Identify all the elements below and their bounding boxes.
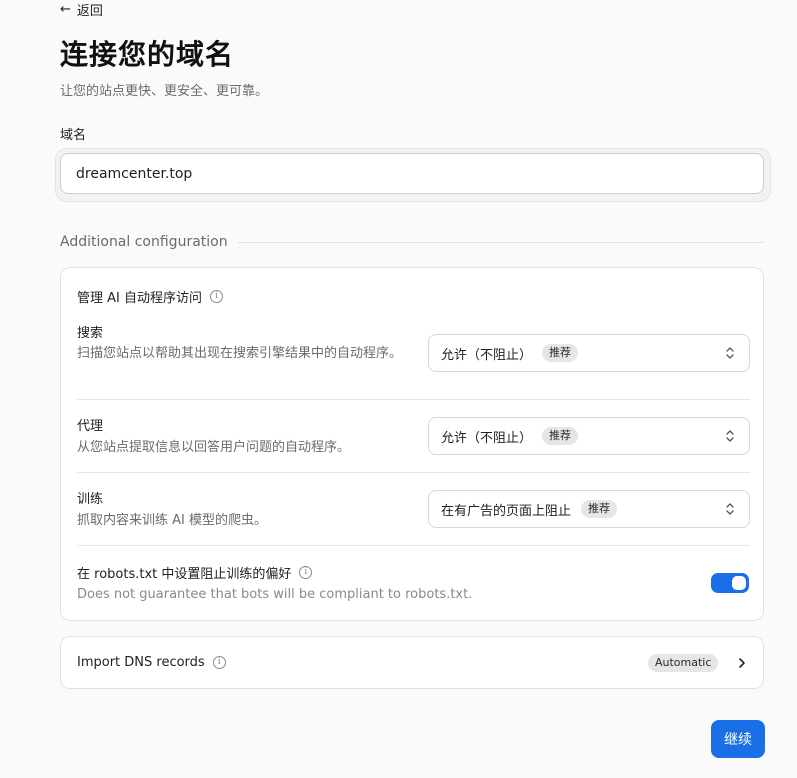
agent-row-description: 从您站点提取信息以回答用户问题的自动程序。 bbox=[77, 440, 351, 455]
back-label: 返回 bbox=[76, 4, 103, 19]
additional-config-label: Additional configuration bbox=[60, 234, 228, 250]
chevron-up-down-icon bbox=[726, 347, 734, 359]
training-row-title: 训练 bbox=[77, 492, 104, 507]
domain-label: 域名 bbox=[60, 128, 87, 143]
ai-access-card: 管理 AI 自动程序访问 i 搜索 扫描您站点以帮助其出现在搜索引擎结果中的自动… bbox=[60, 267, 764, 621]
agent-access-select[interactable]: 允许（不阻止） 推荐 bbox=[428, 417, 750, 455]
automatic-badge: Automatic bbox=[648, 654, 719, 672]
recommended-badge: 推荐 bbox=[581, 500, 618, 518]
recommended-badge: 推荐 bbox=[542, 427, 579, 445]
robots-toggle-heading: 在 robots.txt 中设置阻止训练的偏好 i bbox=[77, 563, 313, 582]
page-title: 连接您的域名 bbox=[60, 38, 235, 71]
import-dns-heading: Import DNS records i bbox=[77, 655, 226, 670]
page-subtitle: 让您的站点更快、更安全、更可靠。 bbox=[60, 84, 269, 99]
continue-button[interactable]: 继续 bbox=[711, 720, 765, 758]
agent-row-title: 代理 bbox=[77, 419, 104, 434]
section-divider bbox=[237, 241, 764, 243]
additional-config-header: Additional configuration bbox=[60, 234, 764, 250]
training-access-select[interactable]: 在有广告的页面上阻止 推荐 bbox=[428, 490, 750, 528]
robots-toggle-description: Does not guarantee that bots will be com… bbox=[77, 587, 473, 602]
import-dns-label: Import DNS records bbox=[77, 655, 205, 670]
info-icon[interactable]: i bbox=[299, 566, 313, 579]
search-row-title: 搜索 bbox=[77, 326, 104, 341]
chevron-right-icon bbox=[739, 658, 745, 668]
chevron-up-down-icon bbox=[726, 503, 734, 515]
info-icon[interactable]: i bbox=[212, 656, 226, 669]
import-dns-records-row[interactable]: Import DNS records i Automatic bbox=[60, 636, 764, 689]
arrow-left-icon: ← bbox=[60, 2, 71, 17]
agent-select-value: 允许（不阻止） bbox=[441, 430, 533, 446]
search-access-select[interactable]: 允许（不阻止） 推荐 bbox=[428, 334, 750, 372]
row-divider bbox=[77, 399, 750, 400]
chevron-up-down-icon bbox=[726, 430, 734, 442]
training-select-value: 在有广告的页面上阻止 bbox=[441, 503, 572, 519]
training-row-description: 抓取内容来训练 AI 模型的爬虫。 bbox=[77, 513, 267, 528]
info-icon[interactable]: i bbox=[210, 290, 223, 303]
domain-input[interactable] bbox=[60, 153, 764, 194]
ai-access-title: 管理 AI 自动程序访问 bbox=[77, 291, 202, 306]
recommended-badge: 推荐 bbox=[542, 344, 579, 362]
robots-toggle-title: 在 robots.txt 中设置阻止训练的偏好 bbox=[77, 567, 292, 582]
search-select-value: 允许（不阻止） bbox=[441, 347, 533, 363]
toggle-knob bbox=[732, 576, 746, 590]
back-link[interactable]: ← 返回 bbox=[60, 0, 103, 19]
row-divider bbox=[77, 545, 750, 546]
robots-toggle-switch[interactable] bbox=[711, 573, 749, 593]
search-row-description: 扫描您站点以帮助其出现在搜索引擎结果中的自动程序。 bbox=[77, 346, 403, 361]
ai-access-heading: 管理 AI 自动程序访问 i bbox=[77, 287, 223, 306]
row-divider bbox=[77, 472, 750, 473]
